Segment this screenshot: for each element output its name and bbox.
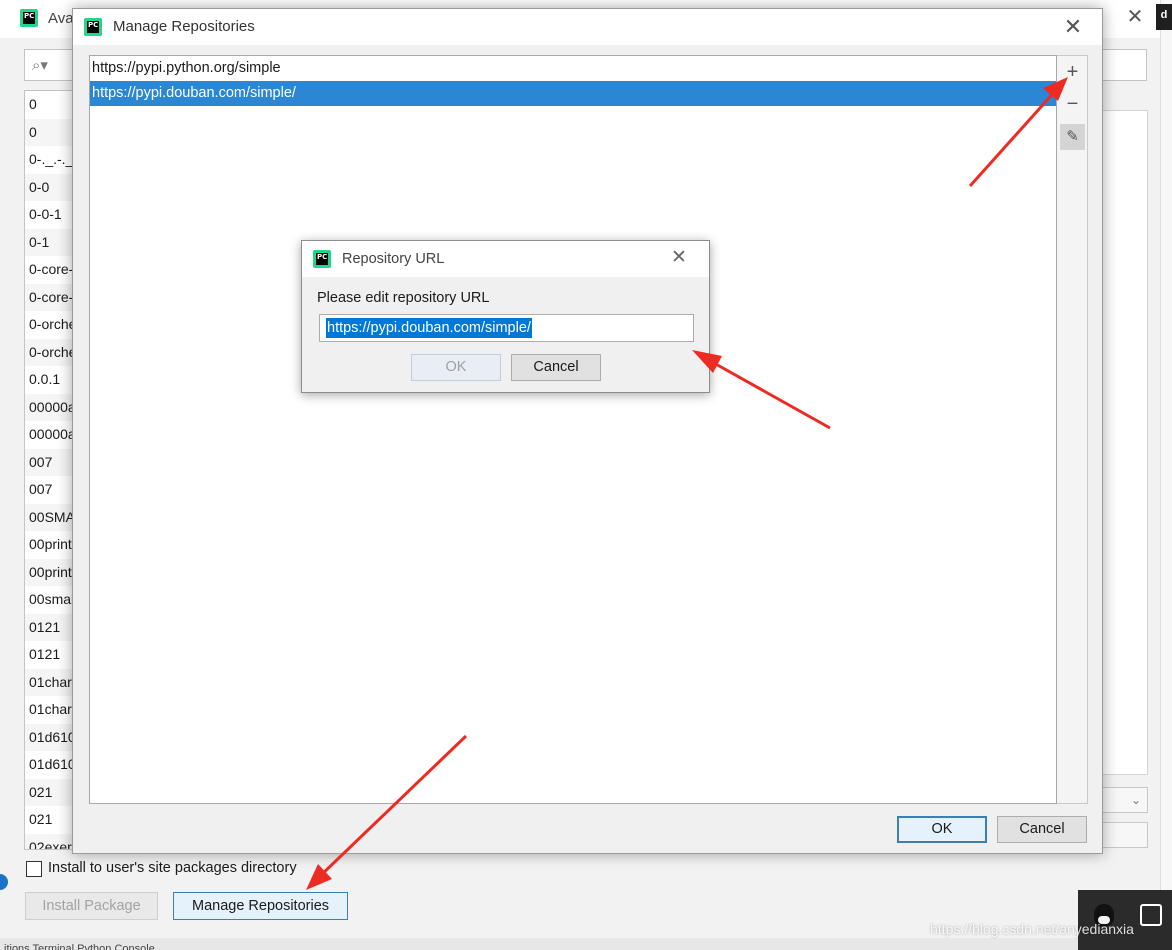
list-item[interactable]: 0.0.1 [25,366,73,394]
list-item[interactable]: 01char [25,696,73,724]
list-item[interactable]: 021 [25,806,73,834]
manage-repositories-dialog: PC Manage Repositories ✕ https://pypi.py… [72,8,1103,854]
pycharm-logo-icon: PC [84,18,102,36]
list-item[interactable]: 00smal [25,586,73,614]
list-item[interactable]: 02exer [25,833,73,849]
dialog-title: Repository URL [342,251,445,267]
list-item[interactable]: 0-core- [25,256,73,284]
list-item[interactable]: 0-1 [25,228,73,256]
list-item[interactable]: 01d610 [25,751,73,779]
dialog-title: Manage Repositories [113,18,255,35]
list-item[interactable]: 0 [25,91,73,119]
remove-repository-button[interactable]: − [1060,91,1085,117]
close-icon[interactable]: ✕ [1124,6,1146,28]
options-field[interactable] [1102,822,1148,848]
manage-repositories-button[interactable]: Manage Repositories [173,892,348,920]
cancel-button[interactable]: Cancel [511,354,601,381]
repository-url-dialog: PC Repository URL ✕ Please edit reposito… [301,240,710,393]
list-item[interactable]: 00print [25,531,73,559]
list-item[interactable]: 00000a [25,421,73,449]
list-item[interactable]: 0-0-1 [25,201,73,229]
list-item[interactable]: 0-orche [25,311,73,339]
list-item[interactable]: 0121 [25,613,73,641]
package-list[interactable]: 0 0 0-._.-._ 0-0 0-0-1 0-1 0-core- 0-cor… [24,90,74,850]
version-combo[interactable]: ⌄ [1102,787,1148,813]
package-description-panel [1102,110,1148,775]
list-item[interactable]: 021 [25,778,73,806]
close-icon[interactable]: ✕ [1061,15,1085,39]
settings-icon[interactable] [1140,904,1162,926]
edge-badge: d [1156,4,1172,30]
install-package-button[interactable]: Install Package [25,892,158,920]
list-item[interactable]: 007 [25,476,73,504]
list-item[interactable]: 0-orche [25,338,73,366]
list-item[interactable]: 007 [25,448,73,476]
close-icon[interactable]: ✕ [668,247,690,269]
ok-button[interactable]: OK [897,816,987,843]
list-item[interactable]: 00print [25,558,73,586]
list-item[interactable]: 0 [25,118,73,146]
pycharm-logo-icon: PC [313,250,331,268]
repository-toolbar: + − ✎ [1057,55,1088,804]
cancel-button[interactable]: Cancel [997,816,1087,843]
ok-button[interactable]: OK [411,354,501,381]
list-item[interactable]: 0-core- [25,283,73,311]
selected-url-text: https://pypi.douban.com/simple/ [326,318,532,338]
tool-window-strip: itions Terminal Python Console [0,938,1172,950]
repository-list[interactable]: https://pypi.python.org/simple https://p… [89,55,1057,804]
list-item[interactable]: 0121 [25,641,73,669]
list-item[interactable]: 01char [25,668,73,696]
window-edge [1160,0,1172,950]
list-item[interactable]: 00000a [25,393,73,421]
list-item[interactable]: 00SMA [25,503,73,531]
pycharm-logo-icon: PC [20,9,38,27]
repository-item[interactable]: https://pypi.python.org/simple [90,56,1056,81]
available-packages-title: Ava [48,10,74,27]
list-item[interactable]: 0-0 [25,173,73,201]
install-user-site-checkbox[interactable] [26,861,42,877]
install-user-site-label: Install to user's site packages director… [48,860,297,876]
list-item[interactable]: 01d610 [25,723,73,751]
search-icon: ⌕▾ [32,57,48,74]
edit-repository-button[interactable]: ✎ [1060,124,1085,150]
watermark: https://blog.csdn.net/anyedianxia [930,921,1134,937]
url-prompt-label: Please edit repository URL [317,290,490,306]
add-repository-button[interactable]: + [1060,59,1085,85]
list-item[interactable]: 0-._.-._ [25,146,73,174]
repository-item-selected[interactable]: https://pypi.douban.com/simple/ [90,81,1056,106]
